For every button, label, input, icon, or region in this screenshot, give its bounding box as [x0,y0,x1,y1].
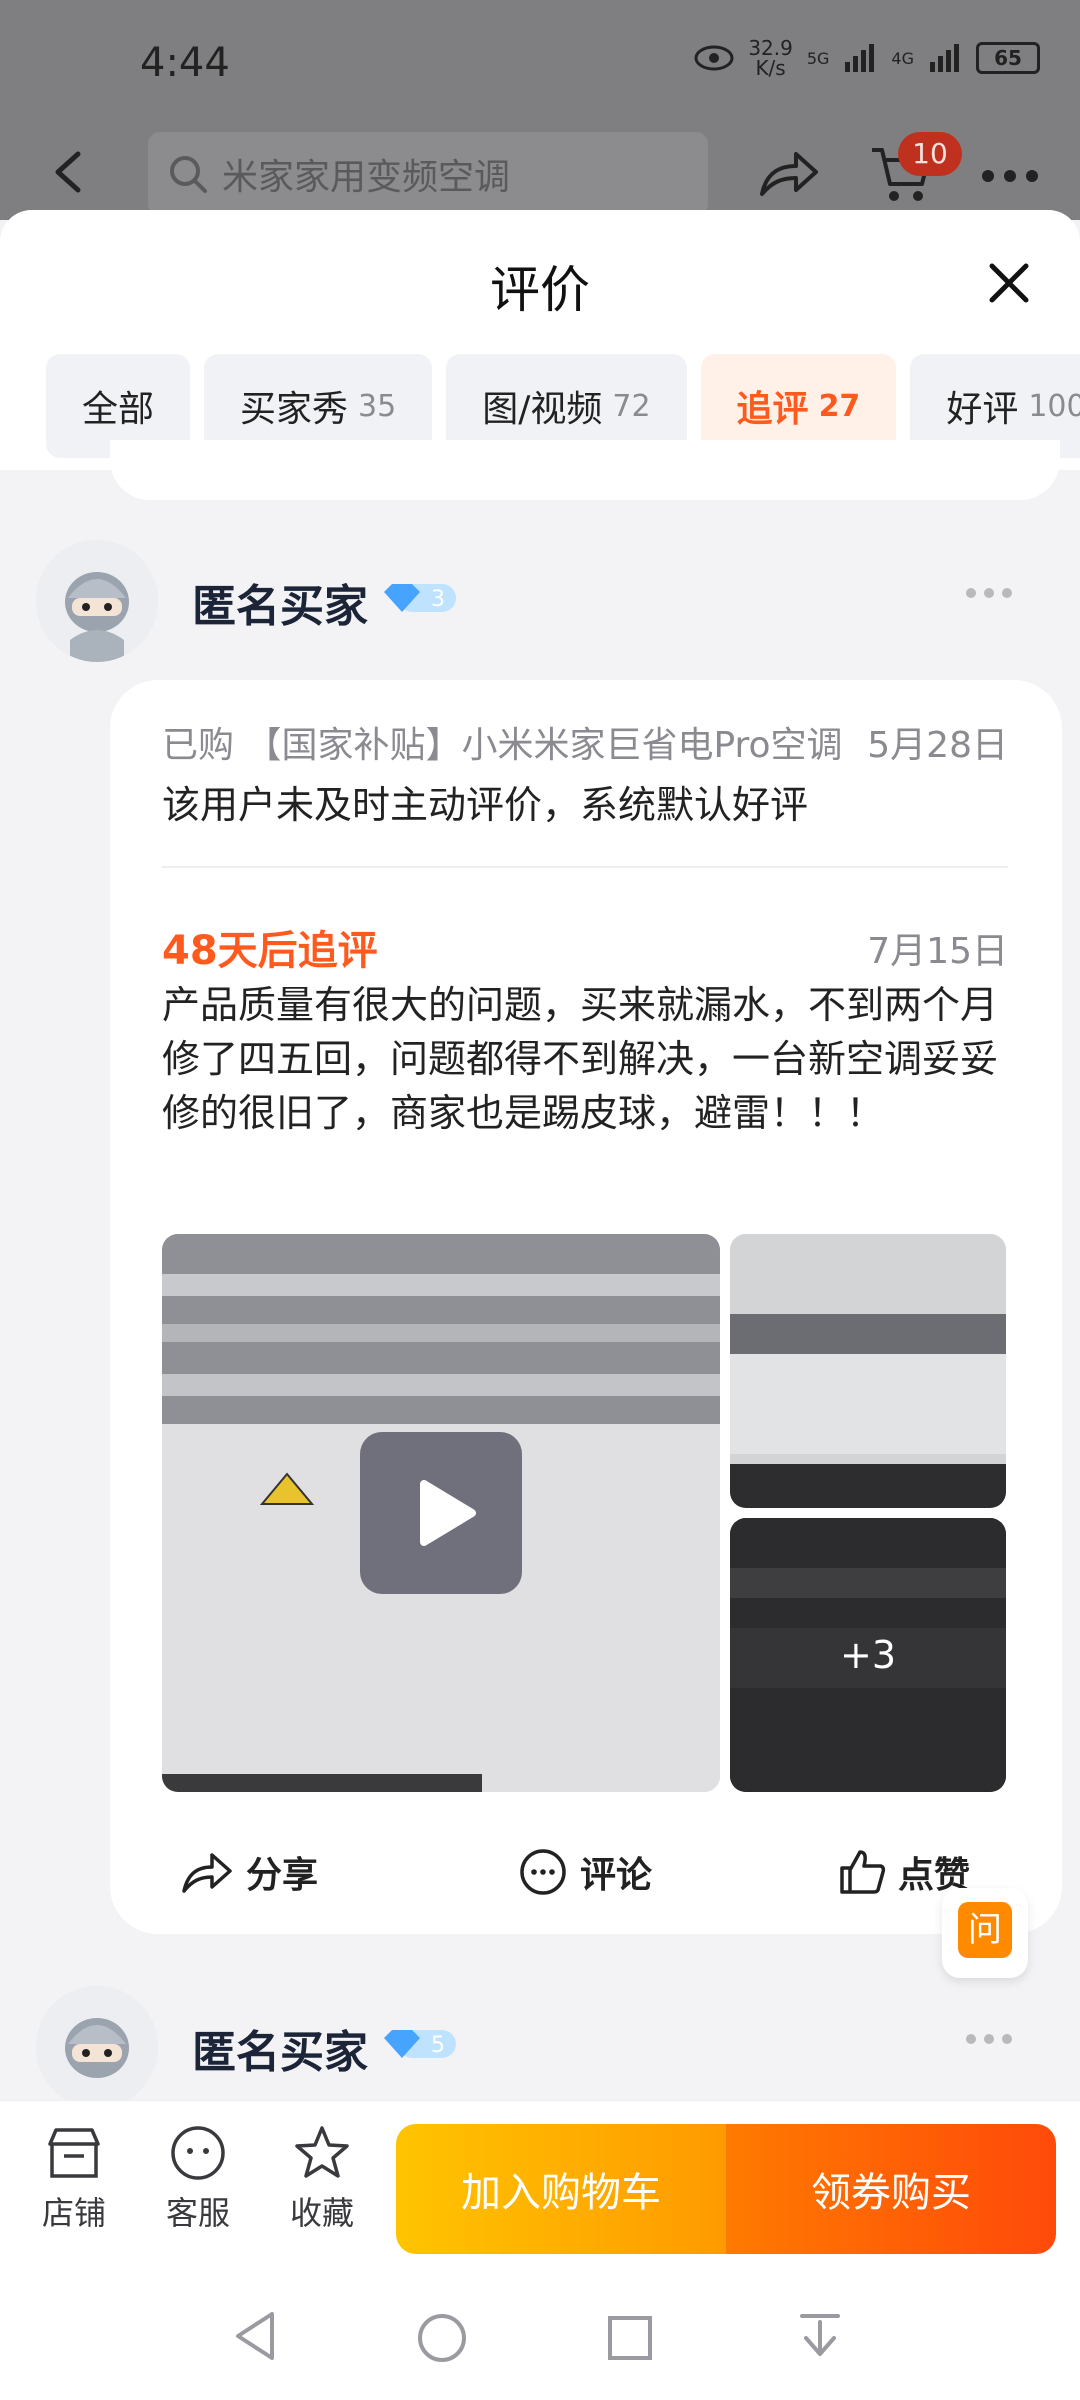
close-icon[interactable] [986,260,1032,306]
follow-up-label: 48天后追评 [162,928,378,974]
sheet-title: 评价 [490,261,590,319]
avatar-ninja-icon [36,1986,158,2108]
purchase-date: 5月28日 [867,725,1008,766]
back-nav-icon[interactable] [232,2310,280,2362]
play-button[interactable] [360,1432,522,1594]
purchase-info[interactable]: 已购 【国家补贴】小米米家巨省电Pro空调 [162,716,862,768]
system-icons: 32.9 K/s 5G 4G 65 [694,38,1040,78]
signal-bars-icon [845,44,875,72]
signal-4g-icon: 4G [891,48,914,68]
svg-text:3: 3 [431,587,445,612]
review-actions: 分享 评论 点赞 [162,1842,982,1912]
comment-button[interactable]: 评论 [518,1846,652,1898]
home-nav-icon[interactable] [416,2312,468,2364]
default-review-text: 该用户未及时主动评价，系统默认好评 [162,783,809,827]
service-button[interactable]: 客服 [148,2124,248,2234]
share-icon[interactable] [758,146,820,198]
divider [162,866,1008,868]
avatar[interactable] [36,540,158,662]
notification-pull-icon[interactable] [796,2310,844,2362]
battery-icon: 65 [976,42,1040,74]
search-placeholder: 米家家用变频空调 [222,157,511,198]
reviewer-name: 匿名买家 [192,2027,368,2078]
search-bar[interactable]: 米家家用变频空调 [148,132,708,216]
service-icon [171,2126,225,2180]
review-image[interactable] [730,1234,1006,1508]
review-more-icon[interactable] [966,2034,1012,2044]
eye-icon [694,45,734,71]
share-icon [182,1853,232,1893]
star-icon [295,2126,349,2178]
follow-up-text: 产品质量有很大的问题，买来就漏水，不到两个月修了四五回，问题都得不到解决，一台新… [162,983,999,1135]
favorite-button[interactable]: 收藏 [272,2124,372,2234]
recents-nav-icon[interactable] [606,2314,654,2362]
avatar[interactable] [36,1986,158,2108]
share-button[interactable]: 分享 [180,1846,318,1898]
back-icon[interactable] [50,150,86,194]
ac-photo-thumb [730,1234,1006,1508]
more-media-count: +3 [839,1633,897,1677]
sheet-header: 评价 全部 买家秀35 图/视频72 追评27 好评1000+ [0,210,1080,470]
avatar-ninja-icon [36,540,158,662]
shop-button[interactable]: 店铺 [24,2124,124,2234]
system-nav-bar [0,2260,1080,2400]
add-to-cart-button[interactable]: 加入购物车 [396,2124,726,2254]
reviewer-name: 匿名买家 [192,581,368,632]
comment-icon [520,1849,566,1895]
vip-badge: 3 [382,580,458,616]
shop-icon [48,2128,100,2178]
ask-button[interactable]: 问 [942,1888,1028,1978]
signal-bars-icon [930,44,959,72]
follow-up-date: 7月15日 [867,931,1008,972]
cart-count-badge: 10 [898,132,962,176]
previous-card-bottom [110,440,1060,500]
thumbs-up-icon [840,1850,886,1894]
diamond-icon: 5 [384,2030,456,2058]
signal-5g-icon: 5G [806,48,830,68]
network-speed: 32.9 K/s [748,36,793,80]
search-icon [170,156,207,193]
vip-badge: 5 [382,2026,458,2062]
diamond-icon: 3 [384,584,456,612]
play-icon [420,1480,476,1546]
svg-text:5: 5 [431,2033,445,2058]
review-more-icon[interactable] [966,588,1012,598]
buy-with-coupon-button[interactable]: 领券购买 [726,2124,1056,2254]
ask-icon: 问 [958,1902,1012,1958]
clock: 4:44 [140,40,230,86]
more-icon[interactable] [982,170,1038,182]
